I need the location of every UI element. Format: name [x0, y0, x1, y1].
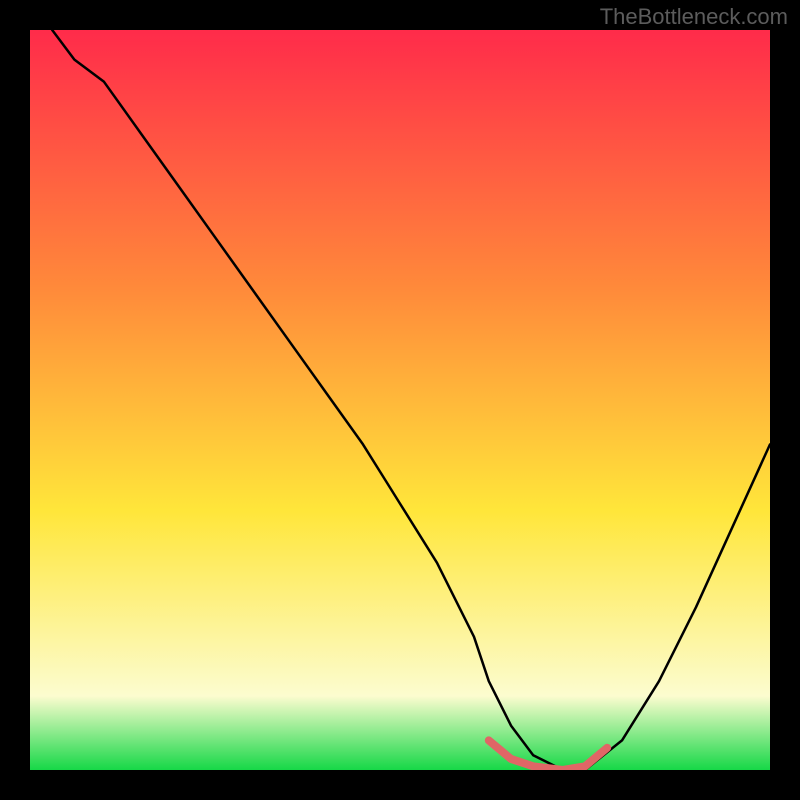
gradient-background: [30, 30, 770, 770]
watermark-text: TheBottleneck.com: [600, 4, 788, 30]
plot-area: [30, 30, 770, 770]
chart-frame: TheBottleneck.com: [0, 0, 800, 800]
chart-svg: [30, 30, 770, 770]
